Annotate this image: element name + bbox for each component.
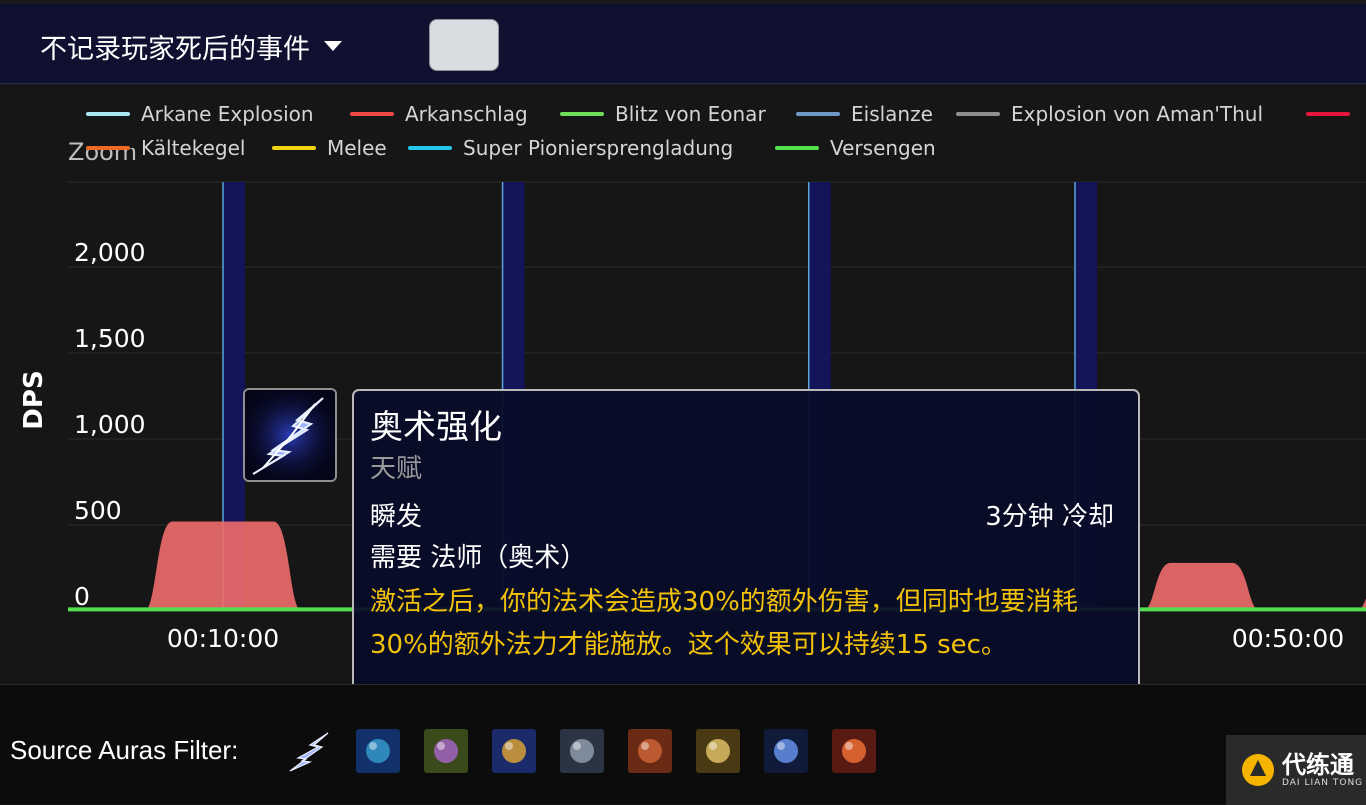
legend-label: Melee (327, 136, 387, 160)
legend-label: Kältekegel (141, 136, 245, 160)
logo-subtitle: DAI LIAN TONG (1282, 778, 1364, 788)
area-arkanschlag[interactable] (144, 521, 302, 611)
toggle-button[interactable] (429, 19, 499, 71)
area-arkanschlag[interactable] (1355, 573, 1366, 611)
dropdown-label: 不记录玩家死后的事件 (40, 33, 310, 65)
legend-item[interactable]: Super Pioniersprengladung (408, 136, 733, 160)
tooltip-cast: 瞬发 (370, 502, 423, 532)
arcane-power-icon (243, 388, 337, 482)
y-tick-label: 1,500 (74, 324, 146, 353)
tooltip-title: 奥术强化 (370, 407, 502, 446)
x-tick-label: 00:50:00 (1232, 624, 1344, 653)
elixir-icon[interactable] (628, 729, 672, 773)
spell-tooltip: 奥术强化 天赋 瞬发 3分钟 冷却 需要 法师（奥术） 激活之后，你的法术会造成… (352, 389, 1140, 712)
legend-item[interactable]: Eislanze (796, 102, 933, 126)
tooltip-description: 激活之后，你的法术会造成30%的额外伤害，但同时也要消耗30%的额外法力才能施放… (370, 587, 1078, 660)
window-edge (0, 0, 1366, 4)
y-tick-label: 0 (74, 582, 90, 611)
legend-item[interactable]: Versengen (775, 136, 936, 160)
logo-icon (1242, 754, 1274, 786)
y-tick-label: 500 (74, 496, 122, 525)
chart-legend: Arkane Explosion Arkanschlag Blitz von Eon… (86, 102, 1350, 160)
watermark-logo: 代练通 DAI LIAN TONG (1226, 735, 1366, 805)
area-arkanschlag[interactable] (1142, 562, 1261, 611)
mana-gem-icon[interactable] (424, 729, 468, 773)
top-toolbar: 不记录玩家死后的事件 (0, 0, 1366, 84)
helmet-icon[interactable] (560, 729, 604, 773)
legend-item[interactable]: Melee (272, 136, 387, 160)
evocation-icon[interactable] (492, 729, 536, 773)
legend-label: Arkanschlag (405, 102, 528, 126)
orb-icon[interactable] (764, 729, 808, 773)
y-axis-ticks: 0 500 1,000 1,500 2,000 (74, 238, 146, 611)
tooltip-cast-row: 瞬发 3分钟 冷却 (370, 497, 1114, 537)
legend-label: Explosion von Aman'Thul (1011, 102, 1263, 126)
legend-item[interactable]: Blitz von Eonar (560, 102, 766, 126)
chevron-down-icon (324, 41, 342, 51)
arcane-power-icon[interactable] (288, 729, 332, 773)
y-tick-label: 2,000 (74, 238, 146, 267)
legend-label: Eislanze (851, 102, 933, 126)
legend-label: Super Pioniersprengladung (463, 136, 733, 160)
rune-of-power-icon[interactable] (356, 729, 400, 773)
tooltip-cooldown: 3分钟 冷却 (985, 502, 1114, 532)
tooltip-requires: 需要 法师（奥术） (370, 543, 587, 573)
potion-icon[interactable] (832, 729, 876, 773)
tooltip-subtitle: 天赋 (370, 454, 423, 484)
legend-label: Versengen (830, 136, 936, 160)
y-axis-title: DPS (19, 370, 49, 429)
event-filter-dropdown[interactable]: 不记录玩家死后的事件 (40, 26, 342, 66)
aura-filter-bar: Source Auras Filter: 代练通 DAI LIAN TONG (0, 684, 1366, 805)
logo-name: 代练通 (1282, 751, 1354, 779)
x-tick-label: 00:10:00 (167, 624, 279, 653)
legend-item[interactable]: Arkane Explosion (86, 102, 314, 126)
legend-item[interactable]: Explosion von Aman'Thul (956, 102, 1263, 126)
aura-filter-label: Source Auras Filter: (10, 735, 239, 765)
legend-item[interactable]: Arkanschlag (350, 102, 528, 126)
cheese-icon[interactable] (696, 729, 740, 773)
legend-label: Arkane Explosion (141, 102, 314, 126)
legend-label: Blitz von Eonar (615, 102, 766, 126)
y-tick-label: 1,000 (74, 410, 146, 439)
